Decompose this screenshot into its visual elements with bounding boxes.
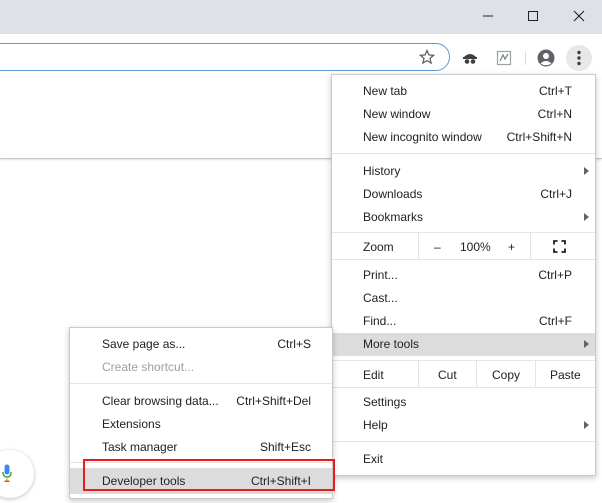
highlight-annotation-box — [83, 459, 335, 491]
menu-item-new-window[interactable]: New window Ctrl+N — [332, 103, 595, 126]
minimize-icon — [483, 15, 493, 17]
zoom-level: 100% — [460, 240, 491, 254]
maximize-button[interactable] — [510, 0, 556, 32]
chrome-main-menu: New tab Ctrl+T New window Ctrl+N New inc… — [331, 74, 596, 476]
cut-button[interactable]: Cut — [438, 368, 457, 382]
menu-zoom-row: Zoom – 100% + — [332, 233, 595, 259]
zoom-out-button[interactable]: – — [434, 240, 441, 254]
menu-item-find[interactable]: Find... Ctrl+F — [332, 310, 595, 333]
edit-label: Edit — [363, 368, 384, 382]
menu-item-shortcut: Ctrl+S — [277, 337, 311, 351]
zoom-divider — [530, 233, 531, 259]
menu-separator — [332, 259, 595, 260]
menu-item-label: More tools — [363, 337, 420, 351]
menu-item-more-tools[interactable]: More tools — [332, 333, 595, 356]
title-bar — [0, 0, 602, 34]
menu-item-shortcut: Ctrl+P — [538, 268, 572, 282]
menu-item-shortcut: Ctrl+J — [540, 187, 572, 201]
menu-item-shortcut: Ctrl+F — [539, 314, 572, 328]
edit-divider — [476, 361, 477, 387]
submenu-arrow-icon — [584, 213, 589, 221]
menu-item-label: Print... — [363, 268, 398, 282]
menu-separator — [332, 441, 595, 442]
menu-item-shortcut: Ctrl+N — [537, 107, 572, 121]
close-icon — [573, 10, 585, 22]
address-bar[interactable] — [0, 43, 450, 71]
menu-separator — [332, 387, 595, 388]
submenu-item-clear-browsing-data[interactable]: Clear browsing data... Ctrl+Shift+Del — [70, 390, 332, 413]
menu-item-label: Help — [363, 418, 388, 432]
menu-item-shortcut: Ctrl+T — [539, 84, 572, 98]
star-icon[interactable] — [417, 47, 437, 67]
menu-item-downloads[interactable]: Downloads Ctrl+J — [332, 183, 595, 206]
menu-item-label: New window — [363, 107, 431, 121]
menu-item-exit[interactable]: Exit — [332, 448, 595, 471]
menu-item-label: History — [363, 164, 401, 178]
menu-item-label: Cast... — [363, 291, 398, 305]
zoom-divider — [418, 233, 419, 259]
menu-item-new-tab[interactable]: New tab Ctrl+T — [332, 80, 595, 103]
three-dot-menu-icon — [577, 50, 581, 66]
menu-item-label: Save page as... — [102, 337, 186, 351]
menu-item-label: Create shortcut... — [102, 360, 195, 374]
fullscreen-icon[interactable] — [553, 240, 566, 253]
submenu-item-task-manager[interactable]: Task manager Shift+Esc — [70, 436, 332, 459]
menu-item-help[interactable]: Help — [332, 414, 595, 437]
voice-search-button[interactable] — [0, 450, 34, 498]
menu-item-label: Settings — [363, 395, 407, 409]
three-dot-menu-button[interactable] — [566, 45, 592, 71]
menu-item-label: Bookmarks — [363, 210, 424, 224]
menu-item-new-incognito-window[interactable]: New incognito window Ctrl+Shift+N — [332, 126, 595, 149]
menu-item-history[interactable]: History — [332, 160, 595, 183]
maximize-icon — [528, 11, 538, 21]
menu-item-shortcut: Ctrl+Shift+Del — [236, 394, 311, 408]
submenu-item-save-page-as[interactable]: Save page as... Ctrl+S — [70, 333, 332, 356]
copy-button[interactable]: Copy — [492, 368, 520, 382]
menu-item-label: Task manager — [102, 440, 178, 454]
spy-extension-icon[interactable] — [460, 48, 480, 68]
menu-item-label: Clear browsing data... — [102, 394, 219, 408]
minimize-button[interactable] — [465, 0, 511, 32]
menu-item-print[interactable]: Print... Ctrl+P — [332, 264, 595, 287]
menu-separator — [70, 383, 332, 384]
close-window-button[interactable] — [556, 0, 602, 32]
submenu-arrow-icon — [584, 340, 589, 348]
menu-item-label: Find... — [363, 314, 397, 328]
menu-item-label: New tab — [363, 84, 408, 98]
menu-item-settings[interactable]: Settings — [332, 391, 595, 414]
menu-item-shortcut: Ctrl+Shift+N — [506, 130, 572, 144]
menu-item-cast[interactable]: Cast... — [332, 287, 595, 310]
menu-item-label: New incognito window — [363, 130, 482, 144]
submenu-arrow-icon — [584, 421, 589, 429]
menu-item-bookmarks[interactable]: Bookmarks — [332, 206, 595, 229]
toolbar-divider — [525, 51, 526, 65]
menu-item-shortcut: Shift+Esc — [259, 440, 311, 454]
menu-edit-row: Edit Cut Copy Paste — [332, 361, 595, 387]
menu-item-label: Downloads — [363, 187, 423, 201]
edit-divider — [535, 361, 536, 387]
zoom-label: Zoom — [363, 240, 394, 254]
menu-separator — [332, 153, 595, 154]
account-circle-icon[interactable] — [536, 48, 556, 68]
submenu-arrow-icon — [584, 167, 589, 175]
submenu-item-create-shortcut: Create shortcut... — [70, 356, 332, 379]
microphone-icon — [2, 464, 12, 482]
submenu-item-extensions[interactable]: Extensions — [70, 413, 332, 436]
menu-item-label: Exit — [363, 452, 384, 466]
menu-item-label: Extensions — [102, 417, 161, 431]
zoom-in-button[interactable]: + — [508, 240, 515, 254]
tracker-extension-icon[interactable] — [494, 48, 514, 68]
edit-divider — [418, 361, 419, 387]
paste-button[interactable]: Paste — [550, 368, 581, 382]
